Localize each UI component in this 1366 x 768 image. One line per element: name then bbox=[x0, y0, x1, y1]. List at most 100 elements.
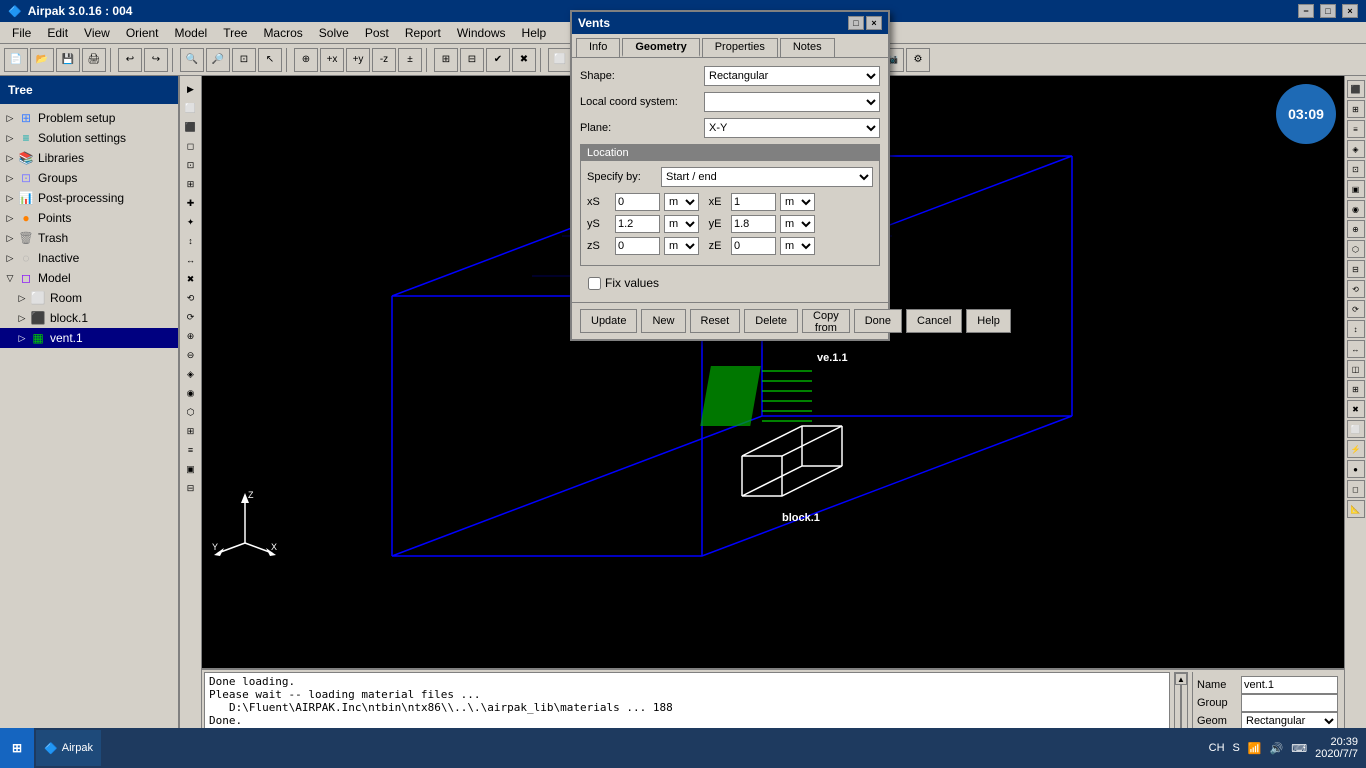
tree-solution-settings[interactable]: ▷ ≡ Solution settings bbox=[0, 128, 178, 148]
maximize-button[interactable]: □ bbox=[1320, 4, 1336, 18]
rt-btn-18[interactable]: ⬜ bbox=[1347, 420, 1365, 438]
side-icon-3[interactable]: ⬛ bbox=[182, 118, 200, 136]
side-icon-11[interactable]: ✖ bbox=[182, 270, 200, 288]
menu-file[interactable]: File bbox=[4, 24, 39, 42]
vents-shape-select[interactable]: Rectangular bbox=[704, 66, 880, 86]
tree-room[interactable]: ▷ ⬜ Room bbox=[0, 288, 178, 308]
rt-btn-20[interactable]: ● bbox=[1347, 460, 1365, 478]
side-icon-22[interactable]: ⊟ bbox=[182, 479, 200, 497]
side-icon-9[interactable]: ↕ bbox=[182, 232, 200, 250]
rt-btn-5[interactable]: ⊡ bbox=[1347, 160, 1365, 178]
vents-tab-properties[interactable]: Properties bbox=[702, 38, 778, 57]
rt-btn-7[interactable]: ◉ bbox=[1347, 200, 1365, 218]
rt-btn-15[interactable]: ◫ bbox=[1347, 360, 1365, 378]
console-scroll-up[interactable]: ▲ bbox=[1175, 673, 1187, 685]
prop-name-input[interactable] bbox=[1241, 676, 1338, 694]
tree-problem-setup[interactable]: ▷ ⊞ Problem setup bbox=[0, 108, 178, 128]
ys-input[interactable] bbox=[615, 215, 660, 233]
tb-btn14[interactable]: ⬜ bbox=[548, 48, 572, 72]
side-icon-8[interactable]: ✦ bbox=[182, 213, 200, 231]
xs-input[interactable] bbox=[615, 193, 660, 211]
menu-help[interactable]: Help bbox=[514, 24, 555, 42]
menu-model[interactable]: Model bbox=[167, 24, 216, 42]
tb-btn5[interactable]: ⊕ bbox=[294, 48, 318, 72]
side-icon-21[interactable]: ▣ bbox=[182, 460, 200, 478]
ye-input[interactable] bbox=[731, 215, 776, 233]
prop-group-input[interactable] bbox=[1241, 694, 1338, 712]
xe-input[interactable] bbox=[731, 193, 776, 211]
side-icon-15[interactable]: ⊖ bbox=[182, 346, 200, 364]
rt-btn-19[interactable]: ⚡ bbox=[1347, 440, 1365, 458]
menu-post[interactable]: Post bbox=[357, 24, 397, 42]
rt-btn-2[interactable]: ⊞ bbox=[1347, 100, 1365, 118]
vents-update-button[interactable]: Update bbox=[580, 309, 637, 333]
tb-undo[interactable]: ↩ bbox=[118, 48, 142, 72]
vents-close[interactable]: × bbox=[866, 16, 882, 30]
vents-done-button[interactable]: Done bbox=[854, 309, 902, 333]
side-icon-16[interactable]: ◈ bbox=[182, 365, 200, 383]
side-icon-10[interactable]: ↔ bbox=[182, 251, 200, 269]
rt-btn-4[interactable]: ◈ bbox=[1347, 140, 1365, 158]
xs-unit[interactable]: m bbox=[664, 193, 699, 211]
zs-input[interactable] bbox=[615, 237, 660, 255]
tree-model[interactable]: ▽ ◻ Model bbox=[0, 268, 178, 288]
menu-view[interactable]: View bbox=[76, 24, 118, 42]
vents-tab-geometry[interactable]: Geometry bbox=[622, 38, 699, 57]
rt-btn-22[interactable]: 📐 bbox=[1347, 500, 1365, 518]
tb-btn8[interactable]: -z bbox=[372, 48, 396, 72]
tree-points[interactable]: ▷ ● Points bbox=[0, 208, 178, 228]
ys-unit[interactable]: m bbox=[664, 215, 699, 233]
vents-reset-button[interactable]: Reset bbox=[690, 309, 741, 333]
side-icon-4[interactable]: ◻ bbox=[182, 137, 200, 155]
vents-plane-select[interactable]: X-Y X-Z Y-Z bbox=[704, 118, 880, 138]
tb-select[interactable]: ↖ bbox=[258, 48, 282, 72]
vents-tab-info[interactable]: Info bbox=[576, 38, 620, 57]
fix-values-checkbox[interactable] bbox=[588, 277, 601, 290]
rt-btn-6[interactable]: ▣ bbox=[1347, 180, 1365, 198]
vents-minimize[interactable]: □ bbox=[848, 16, 864, 30]
vents-copy-from-button[interactable]: Copy from bbox=[802, 309, 850, 333]
vents-new-button[interactable]: New bbox=[641, 309, 685, 333]
tree-vent[interactable]: ▷ ▦ vent.1 bbox=[0, 328, 178, 348]
tree-block[interactable]: ▷ ⬛ block.1 bbox=[0, 308, 178, 328]
side-icon-20[interactable]: ≡ bbox=[182, 441, 200, 459]
tb-open[interactable]: 📂 bbox=[30, 48, 54, 72]
side-icon-5[interactable]: ⊡ bbox=[182, 156, 200, 174]
tb-btn6[interactable]: +x bbox=[320, 48, 344, 72]
rt-btn-3[interactable]: ≡ bbox=[1347, 120, 1365, 138]
rt-btn-11[interactable]: ⟲ bbox=[1347, 280, 1365, 298]
rt-btn-8[interactable]: ⊕ bbox=[1347, 220, 1365, 238]
menu-macros[interactable]: Macros bbox=[255, 24, 310, 42]
tb-zoom-in[interactable]: 🔍 bbox=[180, 48, 204, 72]
vents-tab-notes[interactable]: Notes bbox=[780, 38, 835, 57]
rt-btn-21[interactable]: ◻ bbox=[1347, 480, 1365, 498]
vents-delete-button[interactable]: Delete bbox=[744, 309, 798, 333]
side-icon-12[interactable]: ⟲ bbox=[182, 289, 200, 307]
side-icon-13[interactable]: ⟳ bbox=[182, 308, 200, 326]
menu-report[interactable]: Report bbox=[397, 24, 449, 42]
zs-unit[interactable]: m bbox=[664, 237, 699, 255]
menu-tree[interactable]: Tree bbox=[215, 24, 255, 42]
rt-btn-16[interactable]: ⊞ bbox=[1347, 380, 1365, 398]
side-icon-2[interactable]: ⬜ bbox=[182, 99, 200, 117]
tb-btn13[interactable]: ✖ bbox=[512, 48, 536, 72]
close-button[interactable]: × bbox=[1342, 4, 1358, 18]
tree-groups[interactable]: ▷ ⊡ Groups bbox=[0, 168, 178, 188]
rt-btn-13[interactable]: ↕ bbox=[1347, 320, 1365, 338]
tb-new[interactable]: 📄 bbox=[4, 48, 28, 72]
rt-btn-9[interactable]: ⬡ bbox=[1347, 240, 1365, 258]
tb-btn7[interactable]: +y bbox=[346, 48, 370, 72]
tree-trash[interactable]: ▷ 🗑 Trash bbox=[0, 228, 178, 248]
tree-libraries[interactable]: ▷ 📚 Libraries bbox=[0, 148, 178, 168]
side-icon-1[interactable]: ▶ bbox=[182, 80, 200, 98]
rt-btn-12[interactable]: ⟳ bbox=[1347, 300, 1365, 318]
side-icon-19[interactable]: ⊞ bbox=[182, 422, 200, 440]
tb-zoom-out[interactable]: 🔎 bbox=[206, 48, 230, 72]
tb-settings2[interactable]: ⚙ bbox=[906, 48, 930, 72]
tb-btn11[interactable]: ⊟ bbox=[460, 48, 484, 72]
tree-inactive[interactable]: ▷ ◌ Inactive bbox=[0, 248, 178, 268]
tb-print[interactable]: 🖨 bbox=[82, 48, 106, 72]
tb-btn10[interactable]: ⊞ bbox=[434, 48, 458, 72]
tb-btn12[interactable]: ✔ bbox=[486, 48, 510, 72]
side-icon-14[interactable]: ⊕ bbox=[182, 327, 200, 345]
